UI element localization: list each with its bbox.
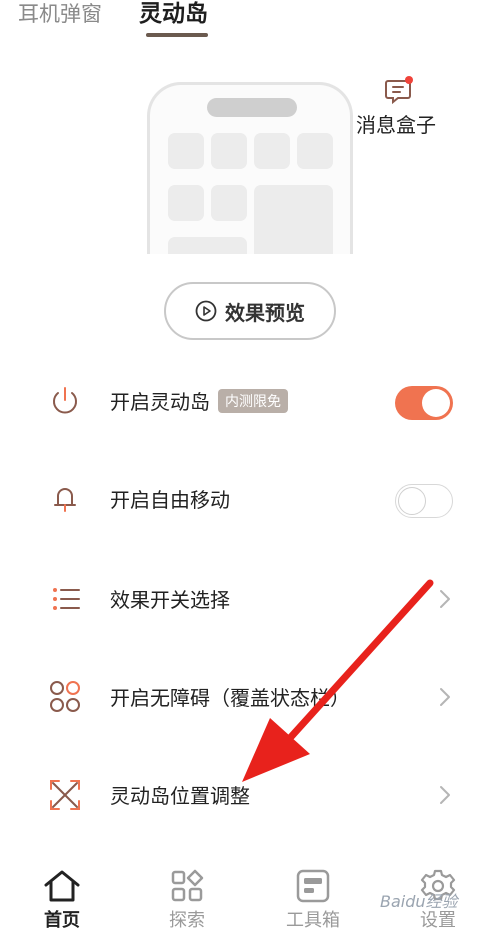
preview-widget bbox=[168, 237, 247, 254]
chevron-right-icon bbox=[440, 786, 450, 804]
tab-earphone-popup[interactable]: 耳机弹窗 bbox=[18, 0, 102, 28]
nav-home-label: 首页 bbox=[44, 910, 80, 931]
setting-enable-island[interactable]: 开启灵动岛 内测限免 bbox=[0, 370, 500, 430]
message-box-label: 消息盒子 bbox=[356, 113, 436, 137]
setting-position-adjust[interactable]: 灵动岛位置调整 bbox=[0, 764, 500, 824]
setting-label: 灵动岛位置调整 bbox=[110, 784, 250, 808]
bell-icon bbox=[54, 488, 76, 512]
dynamic-island-pill bbox=[207, 98, 297, 117]
active-tab-indicator bbox=[146, 33, 208, 37]
preview-tile bbox=[254, 133, 290, 169]
preview-widget bbox=[254, 185, 333, 254]
expand-icon bbox=[50, 780, 80, 810]
effect-preview-button[interactable]: 效果预览 bbox=[164, 282, 336, 340]
watermark: Baidu经验 bbox=[380, 892, 458, 911]
nav-toolbox-label: 工具箱 bbox=[286, 910, 340, 931]
nav-toolbox[interactable]: 工具箱 bbox=[273, 860, 353, 938]
preview-tile bbox=[297, 133, 333, 169]
toggle-knob bbox=[398, 487, 426, 515]
setting-free-move[interactable]: 开启自由移动 bbox=[0, 468, 500, 528]
setting-label: 开启自由移动 bbox=[110, 488, 230, 512]
home-icon bbox=[44, 870, 80, 902]
free-move-toggle[interactable] bbox=[395, 484, 453, 518]
phone-preview bbox=[147, 82, 353, 254]
chevron-right-icon bbox=[440, 688, 450, 706]
setting-label: 开启灵动岛 内测限免 bbox=[110, 386, 288, 415]
setting-accessibility[interactable]: 开启无障碍（覆盖状态栏） bbox=[0, 666, 500, 726]
setting-label: 开启无障碍（覆盖状态栏） bbox=[110, 686, 350, 710]
toggle-knob bbox=[422, 389, 450, 417]
top-tabs: 耳机弹窗 灵动岛 bbox=[0, 0, 500, 40]
list-icon bbox=[53, 588, 80, 610]
tab-dynamic-island[interactable]: 灵动岛 bbox=[139, 0, 208, 28]
message-box[interactable]: 消息盒子 bbox=[356, 76, 456, 137]
preview-tile bbox=[168, 185, 204, 221]
nav-explore[interactable]: 探索 bbox=[147, 860, 227, 938]
power-icon bbox=[53, 387, 77, 414]
explore-icon bbox=[171, 869, 204, 902]
setting-label: 效果开关选择 bbox=[110, 588, 230, 612]
message-box-icon bbox=[385, 76, 413, 105]
toolbox-icon bbox=[296, 869, 330, 903]
chevron-right-icon bbox=[440, 590, 450, 608]
nav-home[interactable]: 首页 bbox=[22, 860, 102, 938]
beta-free-badge: 内测限免 bbox=[218, 389, 288, 413]
grid-circles-icon bbox=[50, 681, 80, 712]
effect-preview-label: 效果预览 bbox=[225, 300, 305, 325]
play-circle-icon bbox=[195, 300, 217, 322]
preview-tile bbox=[211, 185, 247, 221]
nav-explore-label: 探索 bbox=[169, 910, 205, 931]
setting-effect-switches[interactable]: 效果开关选择 bbox=[0, 568, 500, 628]
enable-island-toggle[interactable] bbox=[395, 386, 453, 420]
preview-tile bbox=[168, 133, 204, 169]
preview-tile bbox=[211, 133, 247, 169]
